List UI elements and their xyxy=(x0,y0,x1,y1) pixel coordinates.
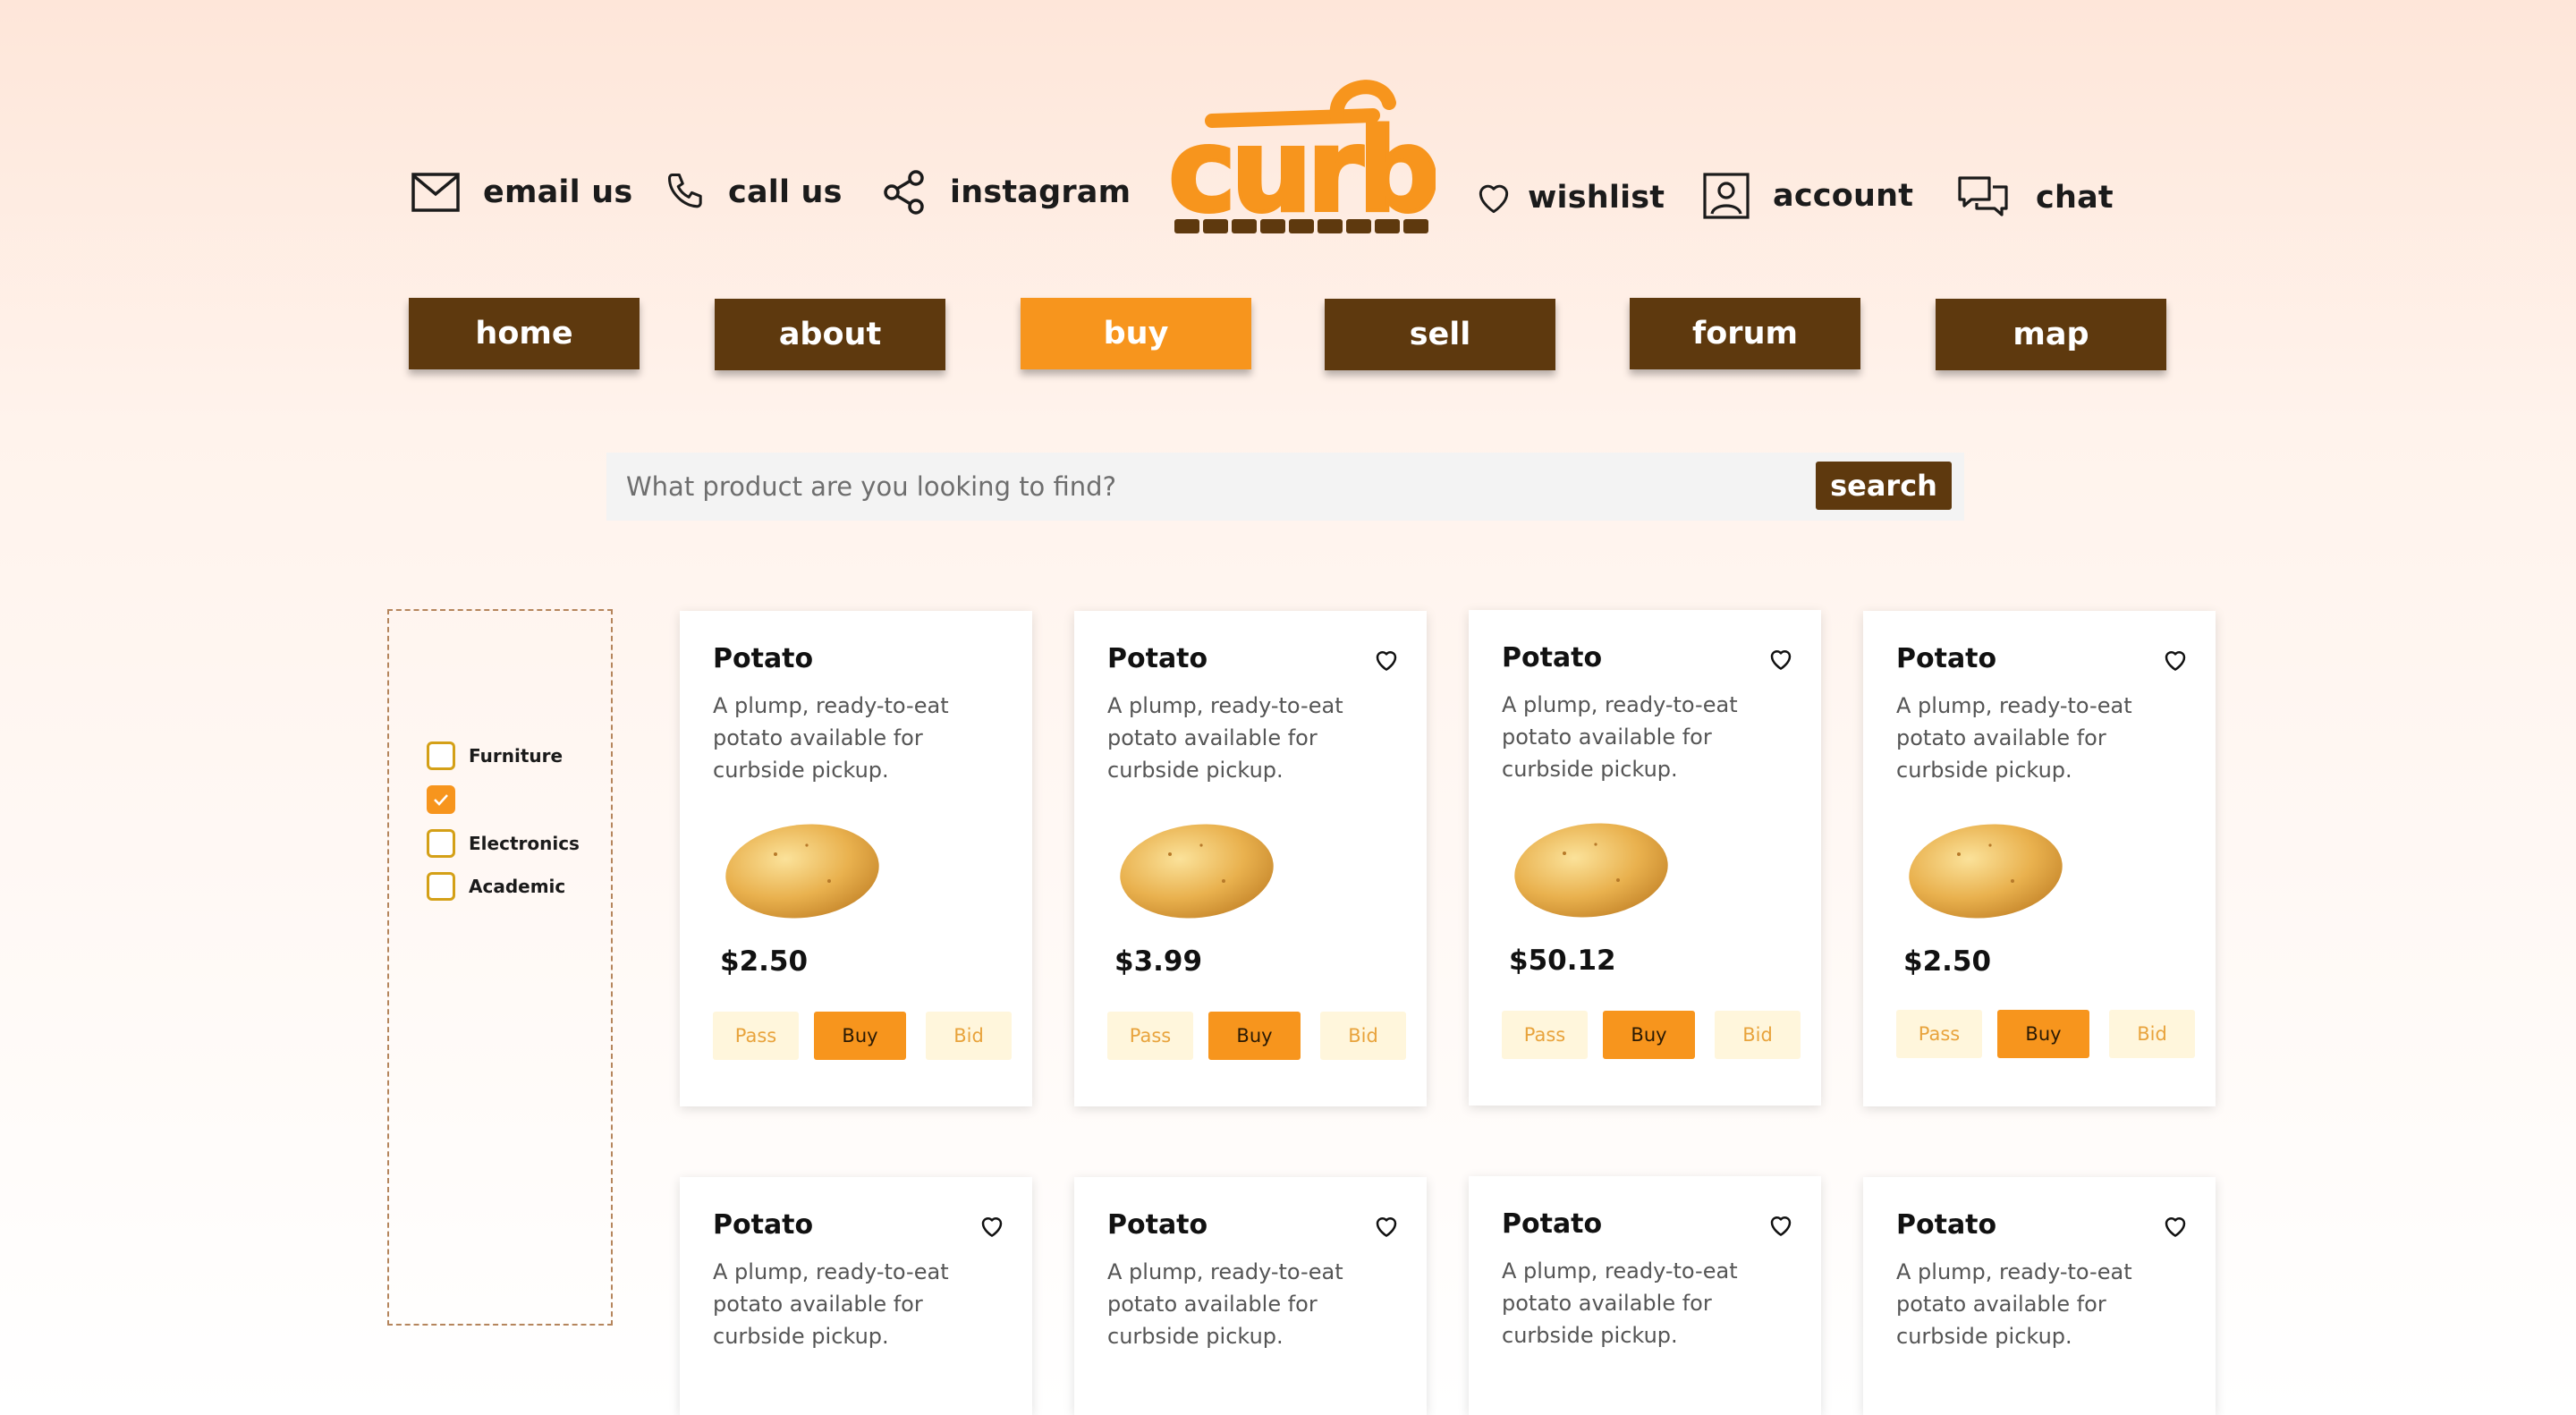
product-description: A plump, ready-to-eat potato available f… xyxy=(1502,1258,1738,1348)
call-link[interactable]: call us xyxy=(664,161,843,224)
pass-button[interactable]: Pass xyxy=(1896,1010,1982,1058)
email-link[interactable]: email us xyxy=(411,161,632,224)
wishlist-link[interactable]: wishlist xyxy=(1474,166,1665,229)
potato-image xyxy=(725,824,879,919)
product-description: A plump, ready-to-eat potato available f… xyxy=(1502,692,1738,782)
account-icon xyxy=(1703,173,1750,219)
product-price: $3.99 xyxy=(1114,945,1203,978)
search-button[interactable]: search xyxy=(1816,462,1952,510)
buy-button[interactable]: Buy xyxy=(814,1012,906,1060)
search-bar: search xyxy=(606,453,1964,521)
account-label: account xyxy=(1773,178,1914,214)
heart-icon[interactable] xyxy=(2162,1213,2189,1240)
product-card[interactable]: Potato A plump, ready-to-eat potato avai… xyxy=(1074,611,1427,1106)
instagram-label: instagram xyxy=(950,174,1131,210)
product-description: A plump, ready-to-eat potato available f… xyxy=(1107,693,1343,783)
product-card[interactable]: Potato A plump, ready-to-eat potato avai… xyxy=(1469,610,1821,1106)
potato-image xyxy=(1909,824,2063,919)
product-card[interactable]: Potato A plump, ready-to-eat potato avai… xyxy=(1469,1176,1821,1415)
product-title: Potato xyxy=(1502,642,1603,674)
pass-button[interactable]: Pass xyxy=(713,1012,799,1060)
filter-furniture[interactable]: Furniture xyxy=(427,741,563,771)
search-input[interactable] xyxy=(606,453,1805,521)
filter-panel: Furniture Electronics Academic xyxy=(387,609,613,1326)
bid-button[interactable]: Bid xyxy=(926,1012,1012,1060)
call-label: call us xyxy=(728,174,843,210)
checkbox[interactable] xyxy=(427,741,455,770)
filter-unlabeled[interactable] xyxy=(427,784,469,815)
product-title: Potato xyxy=(1896,1209,1997,1241)
filter-label: Electronics xyxy=(469,833,580,854)
product-card[interactable]: Potato A plump, ready-to-eat potato avai… xyxy=(680,611,1032,1106)
checkbox[interactable] xyxy=(427,829,455,858)
nav-home-button[interactable]: home xyxy=(409,298,640,369)
potato-image xyxy=(1514,823,1668,918)
product-description: A plump, ready-to-eat potato available f… xyxy=(713,693,949,783)
filter-label: Academic xyxy=(469,876,566,897)
checkbox[interactable] xyxy=(427,872,455,901)
heart-icon[interactable] xyxy=(1373,1213,1400,1240)
product-title: Potato xyxy=(1896,643,1997,674)
buy-button[interactable]: Buy xyxy=(1997,1010,2089,1058)
product-price: $50.12 xyxy=(1509,945,1616,977)
heart-icon[interactable] xyxy=(1767,646,1794,673)
bid-button[interactable]: Bid xyxy=(1715,1011,1801,1059)
product-title: Potato xyxy=(713,643,814,674)
heart-icon[interactable] xyxy=(2162,647,2189,674)
nav-map-button[interactable]: map xyxy=(1936,299,2166,370)
email-label: email us xyxy=(483,174,633,210)
check-icon xyxy=(434,794,448,806)
heart-icon[interactable] xyxy=(1373,647,1400,674)
curb-logo[interactable]: curb xyxy=(1166,76,1442,246)
product-title: Potato xyxy=(1107,643,1208,674)
nav-buy-button[interactable]: buy xyxy=(1021,298,1251,369)
bid-button[interactable]: Bid xyxy=(2109,1010,2195,1058)
product-card[interactable]: Potato A plump, ready-to-eat potato avai… xyxy=(1863,1177,2216,1415)
pass-button[interactable]: Pass xyxy=(1107,1012,1193,1060)
product-title: Potato xyxy=(1502,1208,1603,1240)
bid-button[interactable]: Bid xyxy=(1320,1012,1406,1060)
product-title: Potato xyxy=(1107,1209,1208,1241)
buy-button[interactable]: Buy xyxy=(1603,1011,1695,1059)
filter-academic[interactable]: Academic xyxy=(427,871,565,902)
heart-icon xyxy=(1474,178,1513,217)
heart-icon[interactable] xyxy=(1767,1212,1794,1239)
product-title: Potato xyxy=(713,1209,814,1241)
nav-about-button[interactable]: about xyxy=(715,299,945,370)
chat-link[interactable]: chat xyxy=(1957,166,2114,229)
chat-label: chat xyxy=(2036,180,2114,216)
product-price: $2.50 xyxy=(720,945,809,978)
product-card[interactable]: Potato A plump, ready-to-eat potato avai… xyxy=(1074,1177,1427,1415)
pass-button[interactable]: Pass xyxy=(1502,1011,1588,1059)
mail-icon xyxy=(411,173,460,212)
product-card[interactable]: Potato A plump, ready-to-eat potato avai… xyxy=(680,1177,1032,1415)
checkbox-checked[interactable] xyxy=(427,785,455,814)
product-price: $2.50 xyxy=(1903,945,1992,978)
instagram-link[interactable]: instagram xyxy=(882,161,1131,224)
filter-electronics[interactable]: Electronics xyxy=(427,828,580,859)
chat-icon xyxy=(1957,174,2009,221)
product-description: A plump, ready-to-eat potato available f… xyxy=(713,1259,949,1349)
nav-sell-button[interactable]: sell xyxy=(1325,299,1555,370)
filter-label: Furniture xyxy=(469,745,564,767)
logo-text: curb xyxy=(1168,105,1435,238)
product-description: A plump, ready-to-eat potato available f… xyxy=(1107,1259,1343,1349)
product-description: A plump, ready-to-eat potato available f… xyxy=(1896,1259,2132,1349)
account-link[interactable]: account xyxy=(1703,165,1913,227)
phone-icon xyxy=(664,169,710,216)
potato-image xyxy=(1120,824,1274,919)
buy-button[interactable]: Buy xyxy=(1208,1012,1301,1060)
product-description: A plump, ready-to-eat potato available f… xyxy=(1896,693,2132,783)
share-icon xyxy=(882,169,927,216)
product-card[interactable]: Potato A plump, ready-to-eat potato avai… xyxy=(1863,611,2216,1106)
wishlist-label: wishlist xyxy=(1528,180,1665,216)
heart-icon[interactable] xyxy=(979,1213,1005,1240)
nav-forum-button[interactable]: forum xyxy=(1630,298,1860,369)
